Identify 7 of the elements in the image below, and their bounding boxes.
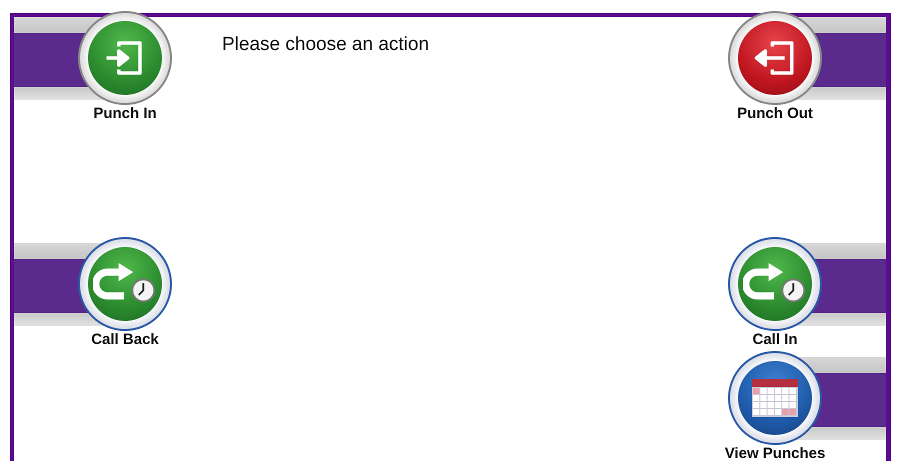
action-label: Punch In bbox=[93, 105, 157, 122]
action-label: Punch Out bbox=[737, 105, 813, 122]
prompt-text: Please choose an action bbox=[222, 34, 430, 55]
action-label: Call In bbox=[752, 331, 798, 348]
calendar-icon bbox=[750, 377, 800, 419]
action-label: View Punches bbox=[724, 445, 826, 461]
action-label: Call Back bbox=[91, 331, 159, 348]
